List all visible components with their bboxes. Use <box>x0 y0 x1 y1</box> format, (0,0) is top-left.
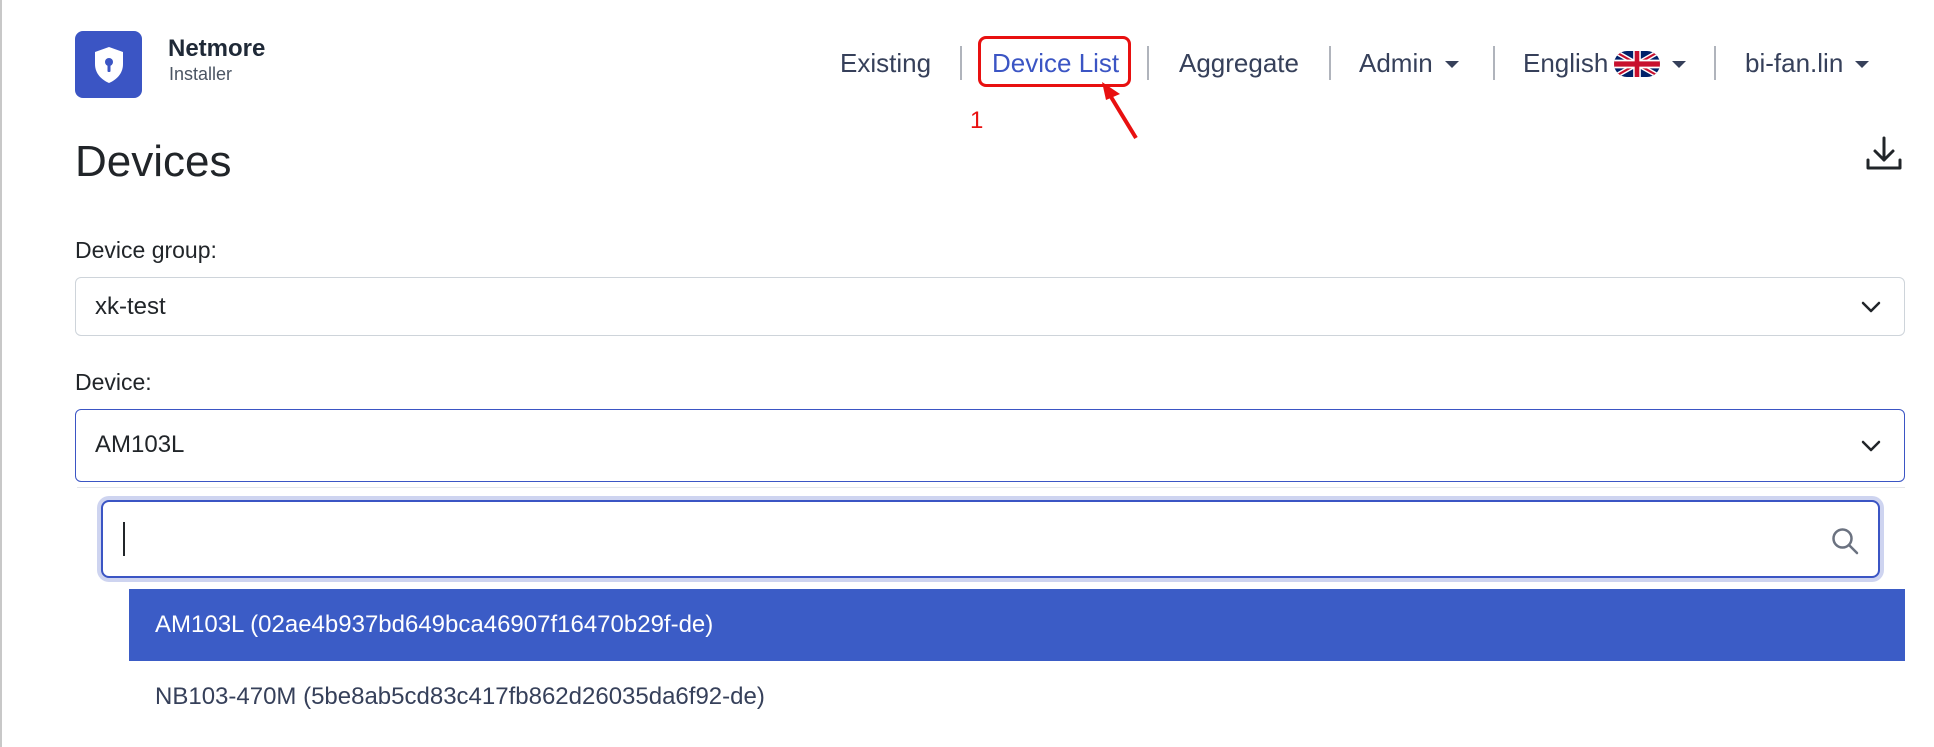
chevron-down-icon <box>1855 61 1870 68</box>
nav-separator <box>1714 46 1716 80</box>
device-search-input[interactable] <box>101 500 1880 578</box>
nav-admin[interactable]: Admin <box>1359 48 1459 79</box>
device-group-label: Device group: <box>75 237 217 263</box>
page-title: Devices <box>75 137 232 186</box>
window-left-border <box>0 0 2 747</box>
chevron-down-icon <box>1444 61 1459 68</box>
annotation-arrow-icon <box>1102 82 1138 140</box>
device-option[interactable]: NB103-470M (5be8ab5cd83c417fb862d26035da… <box>129 661 1905 733</box>
device-group-select[interactable]: xk-test <box>75 277 1905 336</box>
brand-name: Netmore <box>168 35 266 62</box>
chevron-down-icon <box>1861 301 1881 313</box>
text-cursor <box>123 522 125 556</box>
nav-separator <box>1329 46 1331 80</box>
device-select[interactable]: AM103L <box>75 409 1905 482</box>
search-icon <box>1832 528 1859 555</box>
annotation-number-1: 1 <box>970 107 984 134</box>
nav-separator <box>1147 46 1149 80</box>
nav-user-label: bi-fan.lin <box>1745 48 1844 78</box>
device-value: AM103L <box>95 431 185 458</box>
nav-aggregate[interactable]: Aggregate <box>1179 48 1299 79</box>
chevron-down-icon <box>1861 440 1881 452</box>
nav-existing[interactable]: Existing <box>840 48 931 79</box>
nav-separator <box>960 46 962 80</box>
shield-lock-icon <box>94 46 123 83</box>
uk-flag-icon <box>1614 50 1661 77</box>
app-logo[interactable] <box>75 31 142 98</box>
nav-admin-label: Admin <box>1359 48 1433 78</box>
nav-language[interactable]: English <box>1523 48 1687 79</box>
download-icon[interactable] <box>1864 134 1904 174</box>
chevron-down-icon <box>1672 61 1687 68</box>
nav-separator <box>1493 46 1495 80</box>
brand-subtitle: Installer <box>169 64 233 84</box>
device-option[interactable]: AM103L (02ae4b937bd649bca46907f16470b29f… <box>129 589 1905 661</box>
device-label: Device: <box>75 369 152 395</box>
device-group-value: xk-test <box>95 293 166 320</box>
nav-user-menu[interactable]: bi-fan.lin <box>1745 48 1870 79</box>
nav-language-label: English <box>1523 48 1609 78</box>
